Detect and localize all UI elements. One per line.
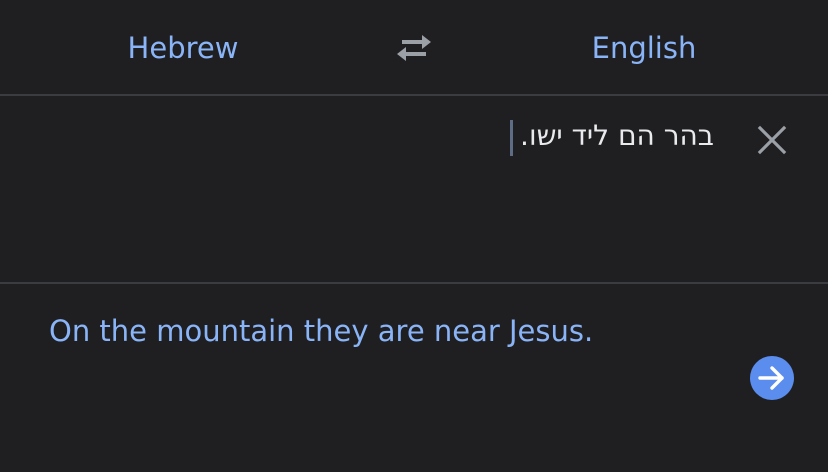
source-input-area[interactable]: בהר הם ליד ישו. xyxy=(0,96,828,282)
text-cursor xyxy=(510,120,513,156)
translate-submit-button[interactable] xyxy=(750,356,794,400)
clear-input-button[interactable] xyxy=(754,122,790,158)
swap-arrows-icon xyxy=(397,35,431,61)
target-language-button[interactable]: English xyxy=(460,28,828,68)
translation-text: On the mountain they are near Jesus. xyxy=(49,314,594,348)
language-bar: Hebrew English xyxy=(0,0,828,95)
close-icon xyxy=(757,125,787,155)
translation-output-area: On the mountain they are near Jesus. xyxy=(0,284,828,472)
translate-app: Hebrew English בהר הם ליד ישו. On the mo… xyxy=(0,0,828,472)
arrow-right-icon xyxy=(758,366,784,390)
source-language-button[interactable]: Hebrew xyxy=(0,28,366,68)
source-text-input[interactable]: בהר הם ליד ישו. xyxy=(520,117,714,155)
swap-languages-button[interactable] xyxy=(393,30,435,66)
